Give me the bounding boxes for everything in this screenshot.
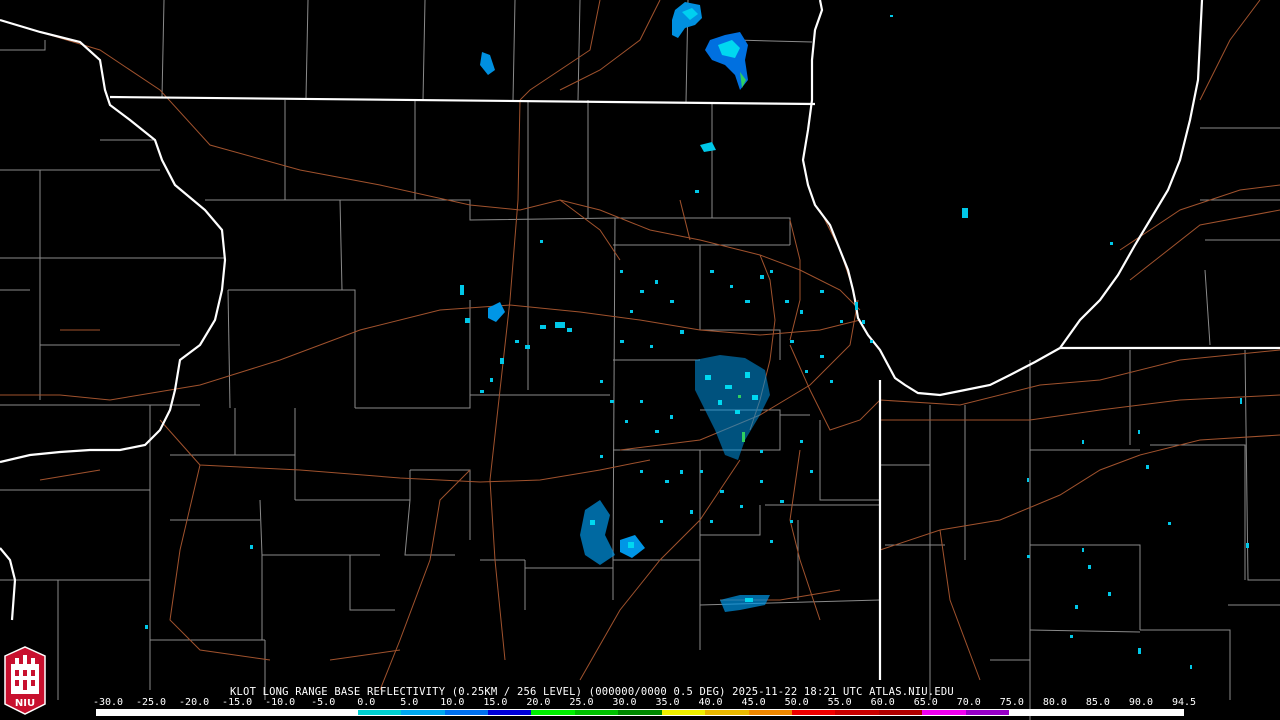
scale-label: 55.0 [827,697,852,708]
reflectivity-color-bar [96,709,1184,716]
reflectivity-scale-labels: -30.0 -25.0 -20.0 -15.0 -10.0 -5.0 0.0 5.0 10.0 1… [92,697,1197,709]
color-bar-segment [792,710,836,715]
scale-label: 40.0 [698,697,723,708]
color-bar-segment [618,710,662,715]
color-bar-segment [705,710,749,715]
scale-label: 65.0 [913,697,938,708]
scale-label: 85.0 [1085,697,1110,708]
color-bar-segment [965,710,1010,715]
color-bar-segment [97,710,141,715]
color-bar-segment [183,710,228,715]
color-bar-segment [661,710,706,715]
highways [0,0,1280,691]
scale-label: 15.0 [483,697,508,708]
radar-map [0,0,1280,720]
scale-label: -30.0 [92,697,124,708]
county-lines [0,0,1280,720]
scale-label: 45.0 [741,697,766,708]
color-bar-segment [314,710,358,715]
scale-label: 25.0 [569,697,594,708]
color-bar-segment [270,710,315,715]
scale-label: 94.5 [1171,697,1197,708]
scale-label: 60.0 [870,697,895,708]
scale-label: -15.0 [222,697,253,708]
color-bar-segment [1009,710,1053,715]
scale-label: 20.0 [526,697,551,708]
color-bar-segment [531,710,575,715]
scale-label: 5.0 [400,697,419,708]
color-bar-segment [487,710,532,715]
scale-label: -25.0 [135,697,167,708]
scale-label: 30.0 [612,697,637,708]
scale-label: 80.0 [1042,697,1067,708]
scale-label: 75.0 [999,697,1024,708]
color-bar-segment [227,710,271,715]
scale-label: 35.0 [655,697,680,708]
scale-label: 90.0 [1128,697,1153,708]
color-bar-segment [748,710,792,715]
color-bar-segment [357,710,402,715]
color-bar-segment [444,710,488,715]
scale-label: -20.0 [179,697,210,708]
scale-label: 70.0 [956,697,981,708]
niu-logo-text: NIU [15,698,35,709]
color-bar-segment [1139,710,1183,715]
color-bar-segment [1096,710,1140,715]
color-bar-segment [140,710,184,715]
color-bar-segment [922,710,966,715]
color-bar-segment [574,710,619,715]
niu-logo: NIU [4,646,46,715]
color-bar-segment [1052,710,1097,715]
scale-label: -5.0 [311,697,336,708]
scale-label: 0.0 [357,697,376,708]
scale-label: 50.0 [784,697,809,708]
color-bar-segment [835,710,879,715]
scale-label: 10.0 [440,697,465,708]
color-bar-segment [401,710,445,715]
lakeshore [801,0,1204,397]
state-borders [0,18,1280,680]
scale-label: -10.0 [265,697,296,708]
color-bar-segment [878,710,923,715]
